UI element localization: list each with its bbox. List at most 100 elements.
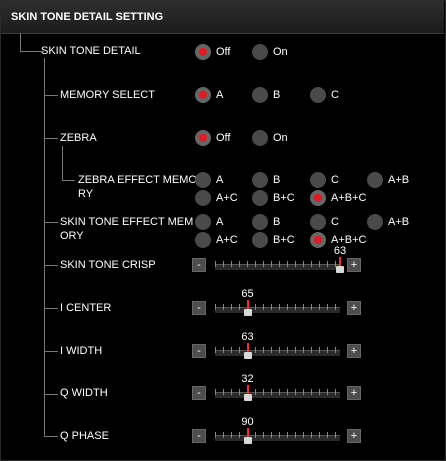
- q-phase-label: Q PHASE: [60, 430, 109, 442]
- memory-select-c-radio[interactable]: C: [310, 87, 350, 103]
- zebra-memory-ab-radio[interactable]: A+B: [367, 172, 417, 188]
- skin-tone-effect-memory-label-line2: ORY: [60, 230, 84, 242]
- q-phase-minus-button[interactable]: -: [192, 429, 206, 443]
- q-width-plus-button[interactable]: +: [347, 386, 361, 400]
- q-width-minus-button[interactable]: -: [192, 386, 206, 400]
- i-width-minus-button[interactable]: -: [192, 344, 206, 358]
- radio-label: C: [331, 174, 339, 186]
- q-width-value: 32: [241, 373, 254, 385]
- radio-icon: [252, 44, 268, 60]
- skin-memory-a-radio[interactable]: A: [195, 214, 235, 230]
- memory-select-label: MEMORY SELECT: [60, 89, 155, 101]
- tree-branch: [44, 95, 58, 96]
- zebra-off-radio[interactable]: Off: [195, 130, 245, 146]
- radio-icon: [367, 214, 383, 230]
- tree-branch: [44, 265, 58, 266]
- skin-tone-detail-label: SKIN TONE DETAIL: [41, 45, 141, 57]
- tree-branch: [44, 351, 58, 352]
- radio-label: B: [273, 216, 281, 228]
- zebra-memory-c-radio[interactable]: C: [310, 172, 350, 188]
- radio-label: A+B+C: [331, 192, 367, 204]
- q-phase-thumb[interactable]: [243, 437, 252, 444]
- zebra-on-radio[interactable]: On: [252, 130, 302, 146]
- radio-label: On: [273, 46, 288, 58]
- skin-tone-crisp-label: SKIN TONE CRISP: [60, 259, 156, 271]
- skin-tone-crisp-minus-button[interactable]: -: [192, 258, 206, 272]
- tree-line-root: [20, 33, 21, 51]
- radio-icon: [310, 87, 326, 103]
- i-width-plus-button[interactable]: +: [347, 344, 361, 358]
- radio-label: B: [273, 174, 281, 186]
- tree-line-zebra: [62, 146, 63, 180]
- skin-tone-crisp-plus-button[interactable]: +: [347, 258, 361, 272]
- radio-label: Off: [216, 46, 231, 58]
- i-width-thumb[interactable]: [243, 352, 252, 359]
- tree-branch: [44, 138, 58, 139]
- i-width-label: I WIDTH: [60, 345, 103, 357]
- zebra-memory-abc-radio[interactable]: A+B+C: [310, 190, 370, 206]
- q-width-thumb[interactable]: [243, 394, 252, 401]
- skin-tone-effect-memory-label-line1: SKIN TONE EFFECT MEM: [60, 216, 194, 228]
- radio-label: A+B: [388, 174, 410, 186]
- radio-icon: [195, 214, 211, 230]
- skin-tone-crisp-ticks: [215, 261, 340, 267]
- radio-label: A+C: [216, 234, 238, 246]
- radio-icon: [252, 214, 268, 230]
- radio-label: A: [216, 216, 224, 228]
- radio-label: C: [331, 216, 339, 228]
- radio-selected-icon: [310, 232, 326, 248]
- q-phase-plus-button[interactable]: +: [347, 429, 361, 443]
- i-center-ticks: [215, 304, 340, 310]
- memory-select-a-radio[interactable]: A: [195, 87, 235, 103]
- radio-label: B: [273, 89, 281, 101]
- zebra-memory-a-radio[interactable]: A: [195, 172, 235, 188]
- skin-tone-crisp-thumb[interactable]: [336, 266, 344, 273]
- skin-memory-ab-radio[interactable]: A+B: [367, 214, 417, 230]
- radio-label: B+C: [273, 234, 295, 246]
- radio-icon: [195, 172, 211, 188]
- radio-label: A+B: [388, 216, 410, 228]
- panel-header: SKIN TONE DETAIL SETTING: [1, 1, 444, 34]
- i-center-thumb[interactable]: [243, 309, 252, 316]
- q-phase-ticks: [215, 432, 340, 438]
- tree-branch: [44, 308, 58, 309]
- zebra-memory-b-radio[interactable]: B: [252, 172, 292, 188]
- zebra-memory-ac-radio[interactable]: A+C: [195, 190, 245, 206]
- q-width-ticks: [215, 389, 340, 395]
- radio-icon: [195, 232, 211, 248]
- radio-label: A: [216, 174, 224, 186]
- i-center-plus-button[interactable]: +: [347, 301, 361, 315]
- radio-icon: [252, 130, 268, 146]
- skin-memory-c-radio[interactable]: C: [310, 214, 350, 230]
- zebra-effect-memory-label-line2: RY: [78, 188, 94, 200]
- skin-memory-b-radio[interactable]: B: [252, 214, 292, 230]
- i-width-ticks: [215, 347, 340, 353]
- radio-icon: [252, 190, 268, 206]
- radio-selected-icon: [310, 190, 326, 206]
- i-center-value: 65: [241, 288, 254, 300]
- zebra-effect-memory-label-line1: ZEBRA EFFECT MEMO: [78, 174, 197, 186]
- radio-icon: [310, 172, 326, 188]
- i-center-minus-button[interactable]: -: [192, 301, 206, 315]
- radio-icon: [252, 87, 268, 103]
- radio-label: On: [273, 132, 288, 144]
- radio-selected-icon: [195, 130, 211, 146]
- tree-branch: [44, 394, 58, 395]
- radio-label: A: [216, 89, 224, 101]
- skin-memory-bc-radio[interactable]: B+C: [252, 232, 302, 248]
- skin-tone-detail-on-radio[interactable]: On: [252, 44, 302, 60]
- skin-tone-detail-off-radio[interactable]: Off: [195, 44, 245, 60]
- tree-branch: [44, 436, 58, 437]
- radio-label: Off: [216, 132, 231, 144]
- i-width-value: 63: [241, 331, 254, 343]
- radio-selected-icon: [195, 44, 211, 60]
- q-width-label: Q WIDTH: [60, 387, 108, 399]
- skin-memory-ac-radio[interactable]: A+C: [195, 232, 245, 248]
- memory-select-b-radio[interactable]: B: [252, 87, 292, 103]
- radio-selected-icon: [195, 87, 211, 103]
- skin-tone-crisp-value: 63: [333, 245, 347, 257]
- zebra-memory-bc-radio[interactable]: B+C: [252, 190, 302, 206]
- radio-icon: [252, 232, 268, 248]
- radio-label: A+C: [216, 192, 238, 204]
- radio-icon: [252, 172, 268, 188]
